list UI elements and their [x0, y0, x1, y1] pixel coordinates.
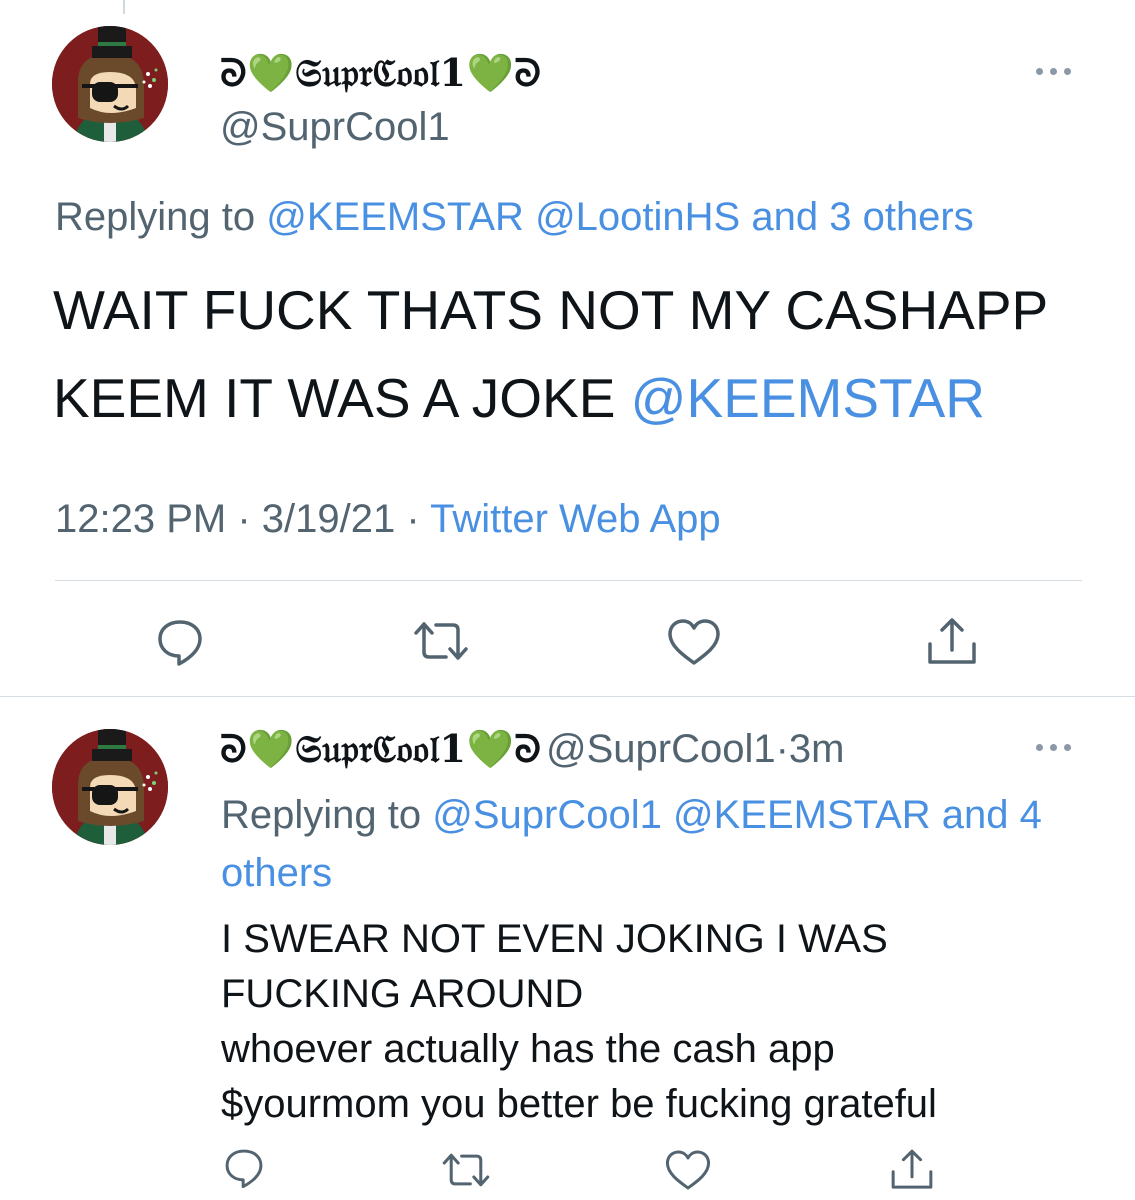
mention-link[interactable]: @KEEMSTAR [631, 367, 985, 429]
share-button[interactable] [888, 1146, 936, 1194]
share-icon [891, 1149, 933, 1189]
retweet-icon [414, 622, 468, 660]
more-options-button[interactable] [1036, 56, 1086, 86]
replying-and[interactable]: and [751, 195, 818, 239]
share-icon [928, 618, 976, 664]
tweet-time[interactable]: 12:23 PM [55, 497, 226, 541]
display-name[interactable]: ᘐ💚𝔖𝔲𝔭𝔯ℭ𝔬𝔬𝔩1💚ᘐ [220, 50, 542, 96]
meta-separator: · [237, 497, 251, 541]
retweet-icon [442, 1153, 490, 1187]
more-options-button[interactable] [1036, 732, 1086, 762]
like-button[interactable] [666, 617, 722, 667]
more-icon [1036, 744, 1043, 751]
avatar-image [52, 26, 168, 142]
tweet-age[interactable]: 3m [789, 727, 845, 771]
reply-icon [158, 620, 202, 666]
mention-link[interactable]: @SuprCool1 [432, 793, 662, 837]
avatar-image [52, 729, 168, 845]
heart-icon [668, 619, 720, 665]
tweet-text: I SWEAR NOT EVEN JOKING I WAS FUCKING AR… [221, 912, 1121, 1132]
retweet-button[interactable] [412, 618, 470, 664]
tweet-text-line: KEEM IT WAS A JOKE @KEEMSTAR [53, 354, 1113, 442]
like-button[interactable] [664, 1148, 712, 1192]
reply-button[interactable] [222, 1146, 266, 1190]
avatar[interactable] [52, 729, 168, 845]
replying-and[interactable]: and 4 [942, 793, 1042, 837]
reply-button[interactable] [154, 616, 206, 668]
tweet-text: WAIT FUCK THATS NOT MY CASHAPP KEEM IT W… [53, 266, 1113, 442]
replying-to-line: Replying to @KEEMSTAR @LootinHS and 3 ot… [55, 195, 974, 240]
tweet-text-line: $yourmom you better be fucking grateful [221, 1082, 937, 1126]
meta-separator: · [775, 727, 789, 771]
replying-prefix: Replying to [221, 793, 422, 837]
thread-connector-line [123, 0, 125, 14]
username-handle[interactable]: @SuprCool1 [220, 105, 450, 150]
replying-prefix: Replying to [55, 195, 256, 239]
more-icon-dot [1050, 68, 1057, 75]
share-button[interactable] [924, 614, 980, 670]
mention-link[interactable]: @KEEMSTAR [673, 793, 931, 837]
heart-icon [665, 1150, 711, 1190]
display-name[interactable]: ᘐ💚𝔖𝔲𝔭𝔯ℭ𝔬𝔬𝔩1💚ᘐ [220, 726, 542, 771]
more-icon [1036, 68, 1043, 75]
others-link[interactable]: others [221, 851, 332, 895]
others-link[interactable]: 3 others [829, 195, 974, 239]
tweet-text-line: I SWEAR NOT EVEN JOKING I WAS [221, 917, 888, 961]
tweet-separator [0, 696, 1135, 697]
replying-to-line: Replying to @SuprCool1 @KEEMSTAR and 4 o… [221, 786, 1101, 902]
tweet-date[interactable]: 3/19/21 [262, 497, 395, 541]
retweet-button[interactable] [440, 1150, 492, 1190]
tweet-metadata: 12:23 PM · 3/19/21 · Twitter Web App [55, 497, 721, 542]
tweet-text-line: whoever actually has the cash app [221, 1027, 835, 1071]
mention-link[interactable]: @LootinHS [535, 195, 740, 239]
avatar[interactable] [52, 26, 168, 142]
reply-header: ᘐ💚𝔖𝔲𝔭𝔯ℭ𝔬𝔬𝔩1💚ᘐ @SuprCool1·3m [220, 726, 845, 772]
tweet-source-link[interactable]: Twitter Web App [430, 497, 721, 541]
mention-link[interactable]: @KEEMSTAR [266, 195, 524, 239]
reply-icon [225, 1149, 263, 1189]
more-icon-dot [1050, 744, 1057, 751]
meta-separator: · [406, 497, 420, 541]
tweet-text-line: FUCKING AROUND [221, 972, 584, 1016]
username-handle[interactable]: @SuprCool1 [546, 727, 776, 771]
tweet-text-segment: KEEM IT WAS A JOKE [53, 367, 616, 429]
tweet-text-line: WAIT FUCK THATS NOT MY CASHAPP [53, 279, 1049, 341]
more-icon-dot [1064, 744, 1071, 751]
more-icon-dot [1064, 68, 1071, 75]
divider [55, 580, 1082, 581]
